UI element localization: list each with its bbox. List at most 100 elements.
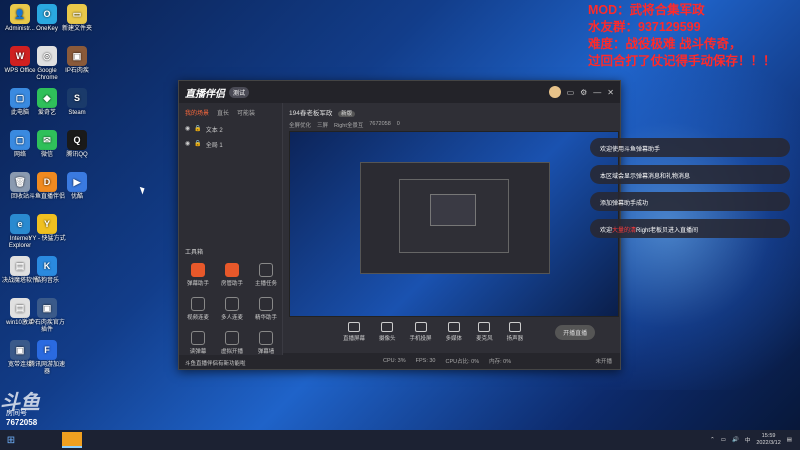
- desktop-icon[interactable]: ▣ IP石肉疾官方插件: [27, 298, 67, 334]
- tab-2[interactable]: 直长: [217, 108, 229, 117]
- tool-icon: [191, 331, 205, 345]
- scene-info-item[interactable]: 全屏优化: [289, 121, 311, 129]
- nested-preview-window-3: [430, 194, 476, 226]
- desktop-icon-label: IP石肉疾官方插件: [29, 320, 65, 333]
- tool-icon: [259, 263, 273, 277]
- desktop-icon-label: 优酷: [70, 194, 83, 200]
- app-icon: ▶: [67, 172, 87, 192]
- tool-icon: [259, 297, 273, 311]
- tool-label: 精华助手: [254, 315, 277, 321]
- speaker-button[interactable]: 扬声器: [507, 322, 523, 342]
- app-icon: F: [37, 340, 57, 360]
- toolbox-item[interactable]: 房管助手: [217, 263, 247, 287]
- ime-icon[interactable]: 中: [745, 436, 751, 444]
- clock-time: 15:59: [761, 433, 776, 439]
- app-icon: O: [37, 4, 57, 24]
- chat-bubble: 本区域会显示弹幕消息和礼物消息: [590, 165, 790, 184]
- desktop-icon[interactable]: K 酷狗音乐: [27, 256, 67, 285]
- taskbar: ⊞ ⌃ ▭ 🔊 中 15:59 2022/3/12 ▤: [0, 430, 800, 450]
- status-item: FPS: 30: [415, 358, 436, 364]
- danmaku-chat: 欢迎使用斗鱼弹幕助手 本区域会显示弹幕消息和礼物消息 添加弹幕助手成功 欢迎大量…: [590, 138, 800, 246]
- app-icon: ◎: [37, 46, 57, 66]
- tool-label: 多人连麦: [220, 315, 243, 321]
- chevron-up-icon[interactable]: ⌃: [710, 437, 715, 443]
- screen-capture-button[interactable]: 直播屏幕: [343, 322, 365, 342]
- lock-icon[interactable]: 🔒: [194, 125, 201, 134]
- desktop-icon[interactable]: ▶ 优酷: [57, 172, 97, 201]
- toolbox-item[interactable]: 主播任务: [251, 263, 281, 287]
- media-button[interactable]: 多媒体: [446, 322, 462, 342]
- app-title-bar: 直播伴侣 测试 ▭ ⚙ — ✕: [179, 81, 620, 103]
- douyu-watermark: 斗鱼 房间号 7672058: [0, 386, 70, 430]
- toolbox-title: 工具箱: [185, 250, 204, 256]
- start-stream-button[interactable]: 开播直播: [555, 324, 596, 340]
- overlay-line-2: 水友群：937129599: [588, 20, 701, 34]
- stream-preview[interactable]: [289, 131, 619, 317]
- chat-bubble: 欢迎大量的清Right老板贝进入直播间: [590, 219, 790, 238]
- scene-info-item: 7672058: [369, 121, 391, 127]
- toolbox-item[interactable]: 弹幕墙: [251, 331, 281, 355]
- desktop-icon[interactable]: ▣ IP石肉疾: [57, 46, 97, 75]
- volume-icon[interactable]: 🔊: [732, 437, 739, 443]
- app-badge[interactable]: 测试: [229, 86, 250, 98]
- app-icon: D: [37, 172, 57, 192]
- app-icon: K: [37, 256, 57, 276]
- notice-bar[interactable]: 斗鱼直播伴侣有新功能啦: [179, 355, 283, 369]
- chat-bubble: 添加弹幕助手成功: [590, 192, 790, 211]
- toolbox-item[interactable]: 多人连麦: [217, 297, 247, 321]
- left-panel: 我的场景 直长 可能装 ◉ 🔒 文本 2 ◉ 🔒 全局 1 工具箱 弹幕助手 房管…: [179, 103, 283, 369]
- tool-label: 主播任务: [254, 281, 277, 287]
- camera-button[interactable]: 摄像头: [379, 322, 396, 342]
- room-label: 房间号: [6, 410, 27, 417]
- streaming-app-window: 直播伴侣 测试 ▭ ⚙ — ✕ 我的场景 直长 可能装 ◉ 🔒 文本 2 ◉ 🔒…: [178, 80, 621, 370]
- toolbox-item[interactable]: 读弹幕: [183, 331, 213, 355]
- clock[interactable]: 15:59 2022/3/12: [756, 433, 780, 447]
- layer-item[interactable]: ◉ 🔒 文本 2: [179, 122, 282, 137]
- scene-info-item: 0: [396, 121, 400, 127]
- notification-icon[interactable]: ▤: [787, 437, 792, 443]
- nested-preview-window-2: [399, 179, 509, 253]
- layer-name: 全局 1: [205, 143, 223, 149]
- app-icon: ▣: [67, 46, 87, 66]
- desktop-icon[interactable]: Q 腾讯QQ: [57, 130, 97, 159]
- eye-icon[interactable]: ◉: [185, 125, 190, 134]
- toolbox-item[interactable]: 精华助手: [251, 297, 281, 321]
- room-info: 194春老板军政 新版: [283, 103, 620, 121]
- message-icon[interactable]: ▭: [567, 88, 575, 97]
- toolbox-item[interactable]: 虚拟开播: [217, 331, 247, 355]
- settings-icon[interactable]: ⚙: [580, 88, 587, 97]
- desktop-icon[interactable]: F 腾讯网游加速器: [27, 340, 67, 376]
- desktop-icon-label: Steam: [68, 110, 86, 116]
- phone-cast-button[interactable]: 手机投屏: [410, 322, 432, 342]
- desktop-icon-label: 腾讯网游加速器: [28, 362, 65, 375]
- app-icon: ✉: [37, 130, 57, 150]
- room-id: 7672058: [6, 418, 38, 427]
- tab-3[interactable]: 可能装: [237, 108, 255, 117]
- taskbar-app-icon[interactable]: [62, 432, 82, 448]
- left-tabs: 我的场景 直长 可能装: [179, 103, 282, 122]
- desktop-icon[interactable]: ▭ 新建文件夹: [57, 4, 97, 33]
- minimize-icon[interactable]: —: [593, 88, 601, 97]
- layer-item[interactable]: ◉ 🔒 全局 1: [179, 137, 282, 152]
- tab-my-scenes[interactable]: 我的场景: [185, 108, 209, 117]
- layer-name: 文本 2: [205, 128, 223, 134]
- scene-info-bar: 全屏优化 三屏 Right全景互 7672058 0: [283, 121, 620, 129]
- toolbox-item[interactable]: 弹幕助手: [183, 263, 213, 287]
- eye-icon[interactable]: ◉: [185, 140, 190, 149]
- close-icon[interactable]: ✕: [607, 88, 614, 97]
- stream-overlay-text: MOD：武将合集军政 水友群：937129599 难度：战役极难 战斗传奇， 过…: [588, 2, 800, 70]
- scene-info-item[interactable]: 三屏: [317, 121, 328, 129]
- toolbox-item[interactable]: 视频连麦: [183, 297, 213, 321]
- tool-icon: [259, 331, 273, 345]
- windows-start-icon[interactable]: ⊞: [0, 430, 22, 450]
- status-bar: CPU: 3% FPS: 30 CPU占比: 0% 内存: 0% 未开播: [283, 353, 620, 369]
- desktop-icon-label: 酷狗音乐: [34, 278, 59, 284]
- microphone-button[interactable]: 麦克风: [476, 322, 493, 342]
- avatar[interactable]: [548, 86, 561, 98]
- lock-icon[interactable]: 🔒: [194, 140, 201, 149]
- desktop-icon[interactable]: Y YY - 快猛方式: [27, 214, 67, 243]
- desktop-icon-label: IP石肉疾: [65, 68, 89, 74]
- network-icon[interactable]: ▭: [721, 437, 726, 443]
- tool-label: 虚拟开播: [220, 349, 243, 355]
- desktop-icon[interactable]: S Steam: [57, 88, 97, 117]
